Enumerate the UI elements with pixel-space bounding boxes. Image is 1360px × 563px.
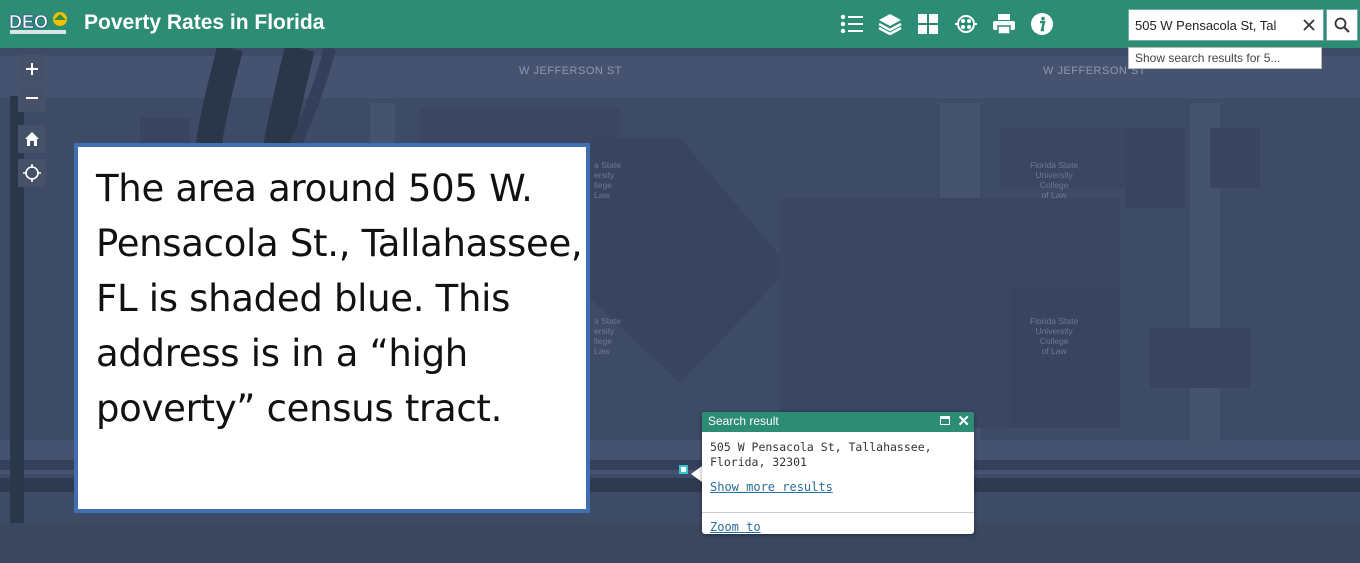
analysis-button[interactable]: [952, 10, 980, 38]
app-title: Poverty Rates in Florida: [84, 11, 325, 34]
show-more-results-link[interactable]: Show more results: [710, 480, 966, 495]
legend-icon: [840, 14, 863, 34]
deo-logo: DEO: [9, 12, 67, 34]
maximize-icon[interactable]: [940, 416, 950, 425]
layers-icon: [878, 14, 902, 35]
building-label-college-of-law: a State ersity llege Law: [594, 316, 621, 356]
popup-title: Search result: [708, 414, 779, 428]
minus-icon: [26, 97, 38, 99]
popup-pointer: [691, 466, 702, 482]
about-button[interactable]: [1028, 10, 1056, 38]
search-icon: [1334, 17, 1350, 33]
clear-search-button[interactable]: [1299, 14, 1319, 36]
toolbar: [838, 10, 1056, 38]
search-box: [1128, 9, 1324, 41]
zoom-in-button[interactable]: [18, 55, 46, 83]
analysis-icon: [955, 15, 977, 33]
popup-header: Search result ✕: [702, 412, 974, 432]
annotation-text: The area around 505 W. Pensacola St., Ta…: [96, 167, 583, 430]
basemap-gallery-icon: [918, 14, 938, 34]
result-address: 505 W Pensacola St, Tallahassee, Florida…: [710, 440, 932, 469]
building-label-college-of-law: a State ersity llege Law: [594, 160, 621, 200]
locate-icon: [23, 164, 41, 182]
close-icon[interactable]: ✕: [957, 412, 970, 432]
building-label-college-of-law: Florida State University College of Law: [1030, 160, 1079, 200]
location-marker[interactable]: [679, 465, 688, 474]
info-icon: [1031, 13, 1053, 35]
popup-actions: Zoom to: [702, 512, 974, 534]
print-icon: [993, 14, 1015, 35]
search-suggestion[interactable]: Show search results for 5...: [1128, 47, 1322, 69]
search-input[interactable]: [1135, 15, 1295, 35]
search-result-popup: Search result ✕ 505 W Pensacola St, Tall…: [702, 412, 974, 534]
building-label-college-of-law: Florida State University College of Law: [1030, 316, 1079, 356]
locate-button[interactable]: [18, 159, 46, 187]
svg-text:DEO: DEO: [9, 12, 48, 32]
plus-icon: [26, 63, 38, 75]
search-button[interactable]: [1326, 9, 1358, 41]
print-button[interactable]: [990, 10, 1018, 38]
close-icon: [1303, 19, 1315, 31]
zoom-to-link[interactable]: Zoom to: [710, 520, 761, 534]
layers-button[interactable]: [876, 10, 904, 38]
street-label-jefferson-left: W JEFFERSON ST: [519, 65, 622, 77]
legend-button[interactable]: [838, 10, 866, 38]
basemap-gallery-button[interactable]: [914, 10, 942, 38]
popup-body: 505 W Pensacola St, Tallahassee, Florida…: [702, 432, 974, 495]
annotation-callout: The area around 505 W. Pensacola St., Ta…: [74, 143, 590, 513]
home-button[interactable]: [18, 125, 46, 153]
home-icon: [25, 132, 39, 146]
zoom-out-button[interactable]: [18, 84, 46, 112]
app-header: DEO Poverty Rates in Florida: [0, 0, 1360, 48]
